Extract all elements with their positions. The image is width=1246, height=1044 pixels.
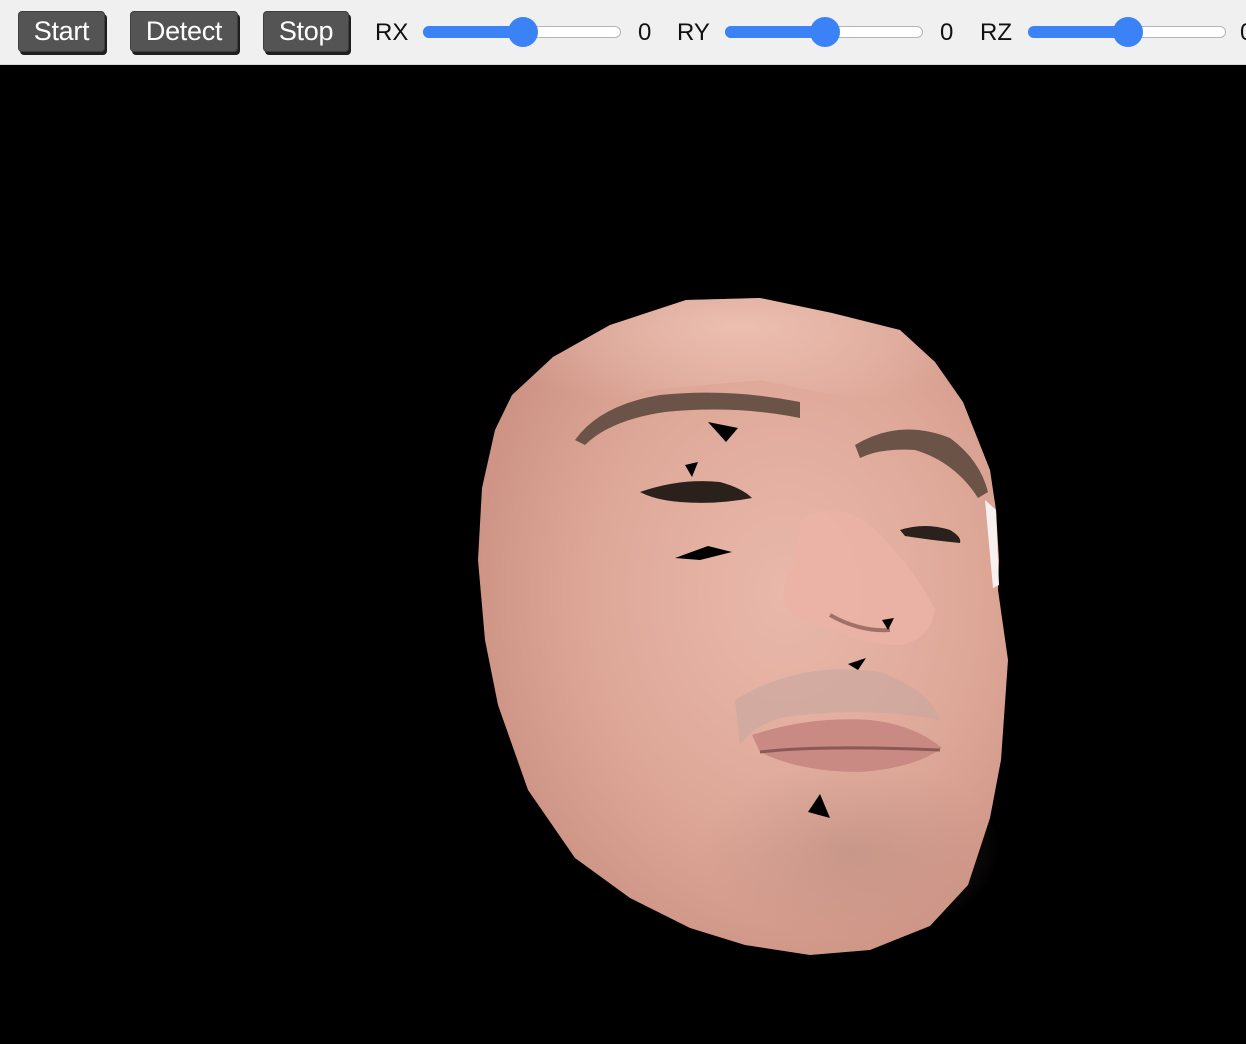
rz-label: RZ <box>980 19 1012 46</box>
rz-value: 0 <box>1240 19 1246 47</box>
detect-button[interactable]: Detect <box>130 11 238 52</box>
rx-value: 0 <box>638 19 652 46</box>
rz-slider-thumb[interactable] <box>1113 17 1143 47</box>
control-toolbar: Start Detect Stop RX 0 RY 0 RZ 0 <box>0 0 1246 65</box>
face-mesh-render <box>478 298 1008 955</box>
ry-value: 0 <box>940 19 954 46</box>
start-button[interactable]: Start <box>18 11 105 52</box>
ry-slider-thumb[interactable] <box>810 17 840 47</box>
rx-slider-thumb[interactable] <box>508 17 538 47</box>
ry-slider[interactable] <box>725 17 923 47</box>
rz-slider[interactable] <box>1028 17 1226 47</box>
ry-label: RY <box>677 19 710 46</box>
rx-label: RX <box>375 19 409 46</box>
render-viewport[interactable] <box>0 66 1246 1044</box>
rx-slider[interactable] <box>423 17 621 47</box>
stop-button[interactable]: Stop <box>263 11 349 52</box>
